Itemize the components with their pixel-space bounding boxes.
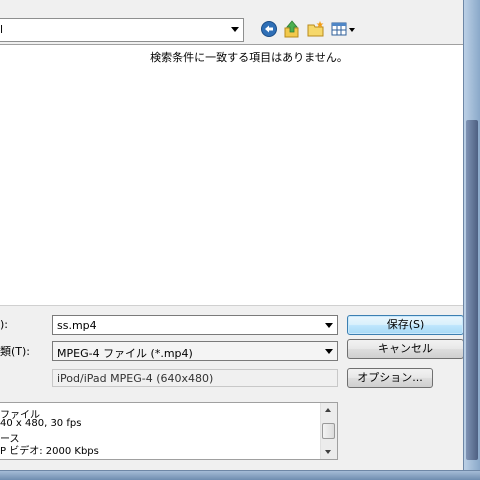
up-folder-icon[interactable]: [282, 19, 302, 39]
profile-value: iPod/iPad MPEG-4 (640x480): [57, 372, 214, 385]
filetype-select[interactable]: MPEG-4 ファイル (*.mp4): [52, 341, 338, 361]
chevron-down-icon[interactable]: [325, 323, 333, 328]
window-frame-bottom: [0, 470, 480, 480]
details-scrollbar[interactable]: [320, 403, 337, 459]
filename-value: ss.mp4: [57, 319, 97, 332]
location-combobox[interactable]: l: [0, 18, 244, 42]
chevron-down-icon[interactable]: [231, 27, 239, 32]
back-arrow-icon[interactable]: [259, 19, 279, 39]
scroll-down-icon[interactable]: [325, 450, 331, 454]
views-menu-icon[interactable]: [330, 19, 358, 39]
empty-list-message: 検索条件に一致する項目はありません。: [150, 51, 348, 64]
profile-display: iPod/iPad MPEG-4 (640x480): [52, 369, 338, 387]
details-box: ファイル 40 x 480, 30 fps ース P ビデオ: 2000 Kbp…: [0, 402, 338, 460]
new-folder-icon[interactable]: [306, 19, 326, 39]
options-button[interactable]: オプション...: [347, 368, 433, 388]
scroll-up-icon[interactable]: [325, 408, 331, 412]
details-line: 40 x 480, 30 fps: [0, 418, 82, 429]
window-frame-right: [463, 0, 480, 480]
filename-combobox[interactable]: ss.mp4: [52, 315, 338, 335]
window-frame-edge: [466, 120, 478, 460]
save-button[interactable]: 保存(S): [347, 315, 464, 335]
chevron-down-icon[interactable]: [325, 349, 333, 354]
save-dialog: l 検索条件に一致する項目はありません。): ss.mp4 保存(S) 類(T…: [0, 0, 480, 480]
cancel-button[interactable]: キャンセル: [347, 339, 464, 359]
location-text: l: [0, 23, 4, 36]
details-line: P ビデオ: 2000 Kbps: [0, 446, 99, 457]
filetype-value: MPEG-4 ファイル (*.mp4): [57, 347, 193, 360]
file-list[interactable]: 検索条件に一致する項目はありません。: [0, 44, 463, 306]
filename-label: ):: [0, 318, 8, 331]
filetype-label: 類(T):: [0, 345, 31, 358]
scroll-thumb[interactable]: [322, 423, 335, 439]
